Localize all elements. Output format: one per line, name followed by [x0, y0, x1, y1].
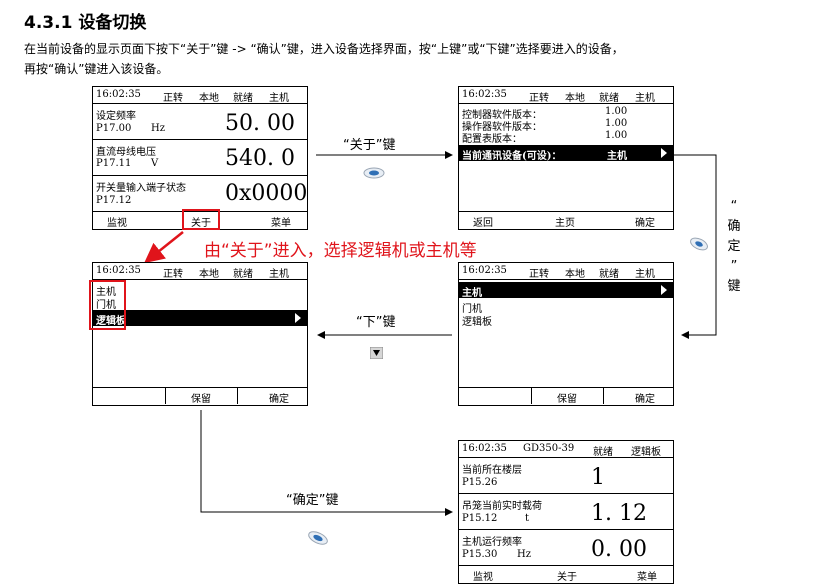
arrow-right-icon [661, 148, 667, 158]
lcd-panel-device-select-host: 16:02:35 正转 本地 就绪 主机 主机 门机 逻辑板 保留 确定 [458, 262, 674, 406]
info-value: 1.00 [605, 106, 628, 117]
softkey-bar: 保留 确定 [93, 388, 307, 405]
softkey-menu[interactable]: 菜单 [637, 568, 657, 583]
selected-comm-device-row[interactable]: 当前通讯设备(可设)： 主机 [459, 145, 673, 162]
lcd-panel-about: 16:02:35 正转 本地 就绪 主机 控制器软件版本： 1.00 操作器软件… [458, 86, 674, 230]
softkey-about[interactable]: 关于 [557, 568, 577, 583]
status-bar: 16:02:35 正转 本地 就绪 主机 [462, 89, 655, 104]
caption-confirm-key: “确定”键 [286, 493, 339, 508]
param-name: 主机运行频率 [462, 537, 522, 548]
param-value: 0x0000 [225, 181, 308, 206]
param-value: 1 [591, 465, 605, 490]
param-name: 直流母线电压 [96, 147, 156, 158]
param-value: 540. 0 [225, 146, 295, 171]
device-option-host-selected[interactable]: 主机 [459, 282, 673, 299]
softkey-monitor[interactable]: 监视 [107, 214, 127, 229]
param-code: P15.12 [462, 513, 498, 524]
param-code: P17.00 [96, 123, 132, 134]
caption-about-key: “关于”键 [343, 138, 396, 153]
softkey-reserved[interactable]: 保留 [191, 390, 211, 405]
lcd-panel-logic-board-monitor: 16:02:35 GD350-39 就绪 逻辑板 当前所在楼层 P15.26 1… [458, 440, 674, 584]
param-unit: Hz [517, 549, 531, 560]
softkey-bar: 监视 关于 菜单 [459, 566, 673, 583]
softkey-confirm[interactable]: 确定 [635, 214, 655, 229]
device-option-logic[interactable]: 逻辑板 [462, 313, 492, 328]
softkey-menu[interactable]: 菜单 [271, 214, 291, 229]
arrow-right-icon [661, 285, 667, 295]
caption-confirm-vertical: “ 确 定 ” 键 [727, 199, 741, 294]
caption-down-key: “下”键 [356, 315, 396, 330]
info-value: 1.00 [605, 118, 628, 129]
oval-key-icon [363, 167, 385, 179]
softkey-reserved[interactable]: 保留 [557, 390, 577, 405]
info-label: 配置表版本： [462, 134, 522, 145]
param-value: 50. 00 [225, 111, 295, 136]
info-value: 1.00 [605, 130, 628, 141]
softkey-back[interactable]: 返回 [473, 214, 493, 229]
param-name: 设定频率 [96, 111, 136, 122]
oval-key-icon [690, 237, 708, 251]
red-instruction: 由“关于”进入，选择逻辑机或主机等 [204, 241, 477, 261]
param-code: P15.30 [462, 549, 498, 560]
param-code: P17.12 [96, 195, 132, 206]
softkey-home[interactable]: 主页 [555, 214, 575, 229]
param-name: 当前所在楼层 [462, 465, 522, 476]
param-unit: V [151, 158, 159, 169]
down-triangle-key-icon [370, 347, 383, 359]
softkey-confirm[interactable]: 确定 [269, 390, 289, 405]
status-bar: 16:02:35 正转 本地 就绪 主机 [96, 265, 289, 280]
status-bar: 16:02:35 GD350-39 就绪 逻辑板 [462, 443, 661, 458]
highlight-device-list [89, 280, 126, 330]
red-arrow [144, 231, 184, 264]
arrow-right-icon [295, 313, 301, 323]
param-code: P15.26 [462, 477, 498, 488]
param-name: 开关量输入端子状态 [96, 183, 186, 194]
softkey-bar: 返回 主页 确定 [459, 212, 673, 229]
param-unit: t [525, 513, 530, 524]
param-value: 0. 00 [591, 537, 647, 562]
param-name: 吊笼当前实时载荷 [462, 501, 542, 512]
softkey-monitor[interactable]: 监视 [473, 568, 493, 583]
highlight-about-key [182, 209, 220, 230]
param-code: P17.11 [96, 158, 132, 169]
status-bar: 16:02:35 正转 本地 就绪 主机 [96, 89, 289, 104]
softkey-confirm[interactable]: 确定 [635, 390, 655, 405]
oval-key-icon [308, 531, 328, 545]
param-value: 1. 12 [591, 501, 647, 526]
param-unit: Hz [151, 123, 165, 134]
status-bar: 16:02:35 正转 本地 就绪 主机 [462, 265, 655, 280]
softkey-bar: 保留 确定 [459, 388, 673, 405]
